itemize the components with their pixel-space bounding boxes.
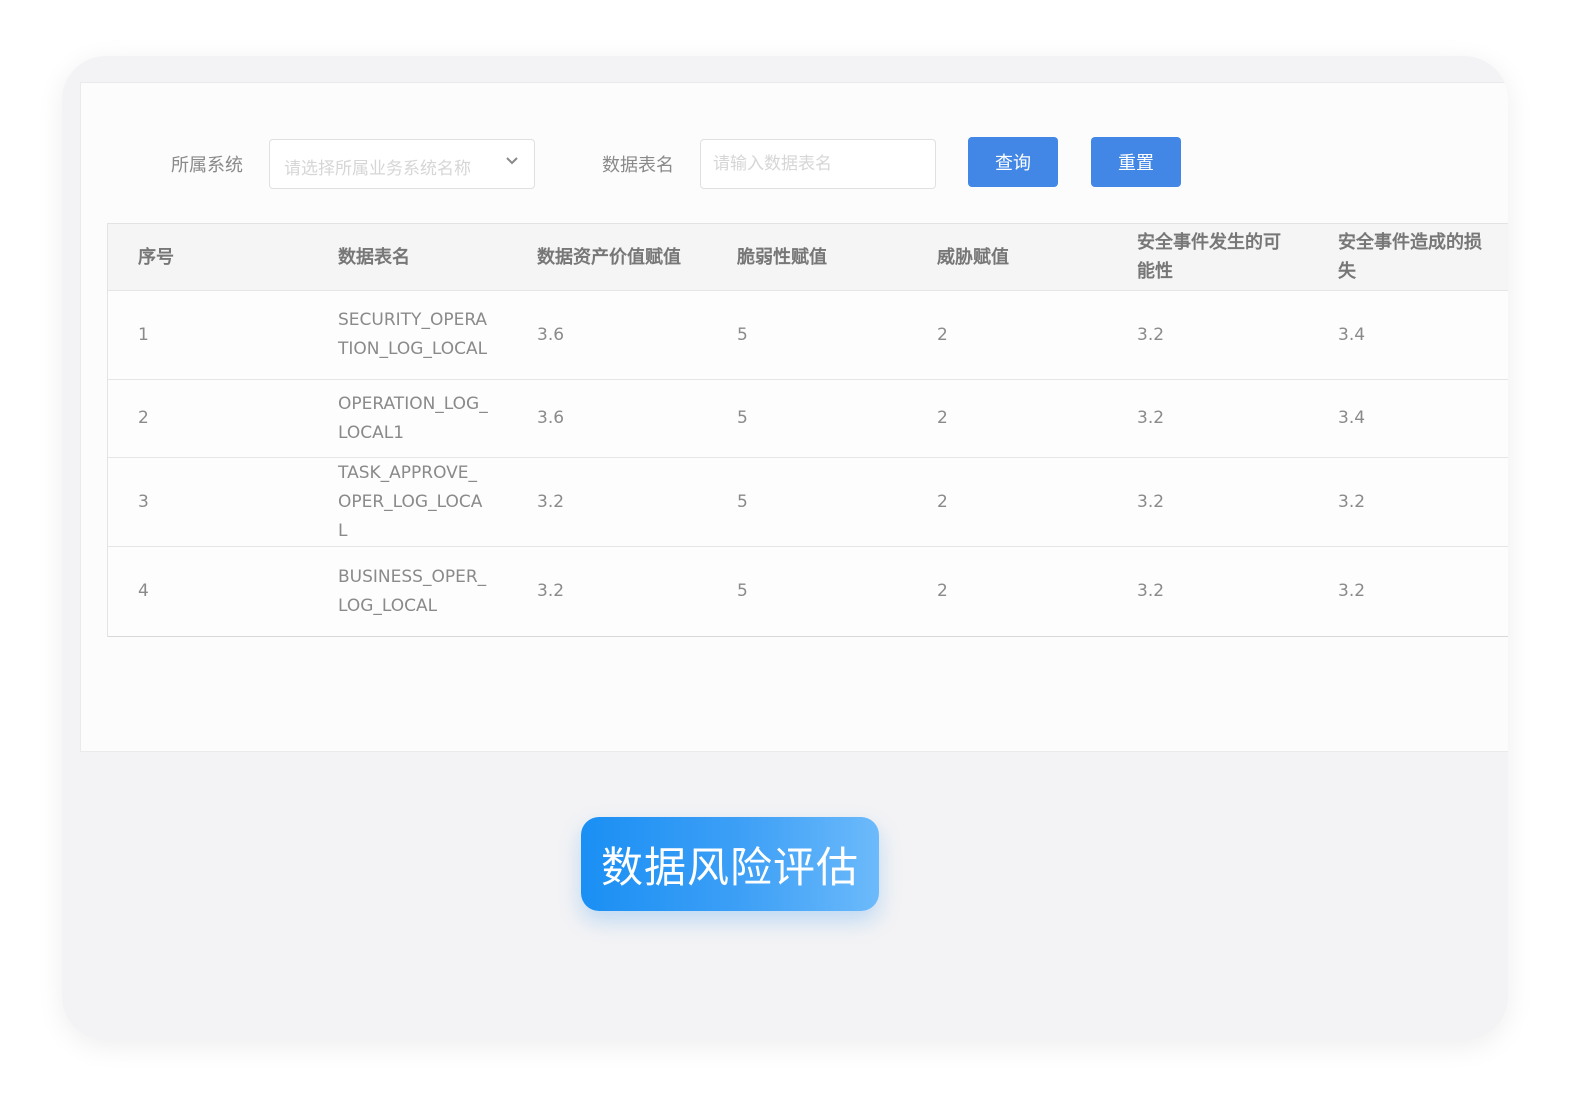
table-name-filter-label: 数据表名 (602, 155, 674, 176)
table-cell: 1 (138, 324, 149, 345)
query-button[interactable]: 查询 (968, 137, 1058, 187)
table-cell: 2 (937, 491, 948, 512)
table-cell: 2 (937, 408, 948, 428)
system-filter-label: 所属系统 (171, 155, 243, 176)
feature-caption-badge: 数据风险评估 (581, 817, 879, 911)
chevron-down-icon (506, 157, 518, 165)
table-cell: OPERATION_LOG_LOCAL1 (338, 393, 488, 443)
table-row: 3 TASK_APPROVE_OPER_LOG_LOCAL 3.2 5 2 3.… (108, 458, 1508, 547)
table-cell: 3.2 (1338, 581, 1366, 601)
table-cell: 3.4 (1338, 324, 1366, 345)
risk-table: 序号 数据表名 数据资产价值赋值 脆弱性赋值 威胁赋值 安全事件发生的可能性 安… (107, 223, 1508, 637)
risk-assessment-panel: 所属系统 请选择所属业务系统名称 数据表名 查询 重置 序号 数据表名 数据资产… (80, 82, 1508, 752)
column-header: 数据资产价值赋值 (537, 246, 681, 268)
column-header: 安全事件造成的损失 (1338, 232, 1482, 282)
table-cell: 2 (937, 324, 948, 345)
column-header: 数据表名 (338, 246, 410, 268)
table-cell: 3.2 (537, 581, 565, 601)
table-cell: 3.4 (1338, 408, 1366, 428)
table-cell: 3.2 (1137, 581, 1165, 601)
reset-button[interactable]: 重置 (1091, 137, 1181, 187)
table-cell: 3.2 (1137, 491, 1165, 512)
table-cell: 2 (937, 581, 948, 601)
table-cell: SECURITY_OPERATION_LOG_LOCAL (338, 310, 488, 359)
system-select-placeholder: 请选择所属业务系统名称 (284, 159, 471, 179)
feature-card: 所属系统 请选择所属业务系统名称 数据表名 查询 重置 序号 数据表名 数据资产… (62, 56, 1508, 1040)
table-cell: 5 (737, 324, 748, 345)
table-cell: 5 (737, 491, 748, 512)
column-header: 安全事件发生的可能性 (1137, 232, 1281, 282)
table-cell: TASK_APPROVE_OPER_LOG_LOCAL (338, 462, 483, 541)
table-row: 2 OPERATION_LOG_LOCAL1 3.6 5 2 3.2 3.4 (108, 380, 1508, 458)
table-cell: 3 (138, 491, 149, 512)
table-cell: 3.6 (537, 408, 565, 428)
table-cell: 3.2 (1338, 491, 1366, 512)
table-cell: 3.2 (1137, 324, 1165, 345)
column-header: 脆弱性赋值 (737, 246, 827, 268)
table-cell: 4 (138, 581, 149, 601)
column-header: 序号 (138, 246, 174, 268)
column-header: 威胁赋值 (937, 246, 1009, 268)
system-select[interactable]: 请选择所属业务系统名称 (269, 139, 535, 189)
table-cell: BUSINESS_OPER_LOG_LOCAL (338, 566, 487, 616)
table-cell: 5 (737, 408, 748, 428)
table-row: 4 BUSINESS_OPER_LOG_LOCAL 3.2 5 2 3.2 3.… (108, 547, 1508, 637)
table-name-input[interactable] (700, 139, 936, 189)
table-cell: 2 (138, 408, 149, 428)
table-row: 1 SECURITY_OPERATION_LOG_LOCAL 3.6 5 2 3… (108, 291, 1508, 380)
table-header-row: 序号 数据表名 数据资产价值赋值 脆弱性赋值 威胁赋值 安全事件发生的可能性 安… (108, 224, 1508, 291)
table-cell: 5 (737, 581, 748, 601)
table-cell: 3.6 (537, 324, 565, 345)
table-cell: 3.2 (537, 491, 565, 512)
table-cell: 3.2 (1137, 408, 1165, 428)
